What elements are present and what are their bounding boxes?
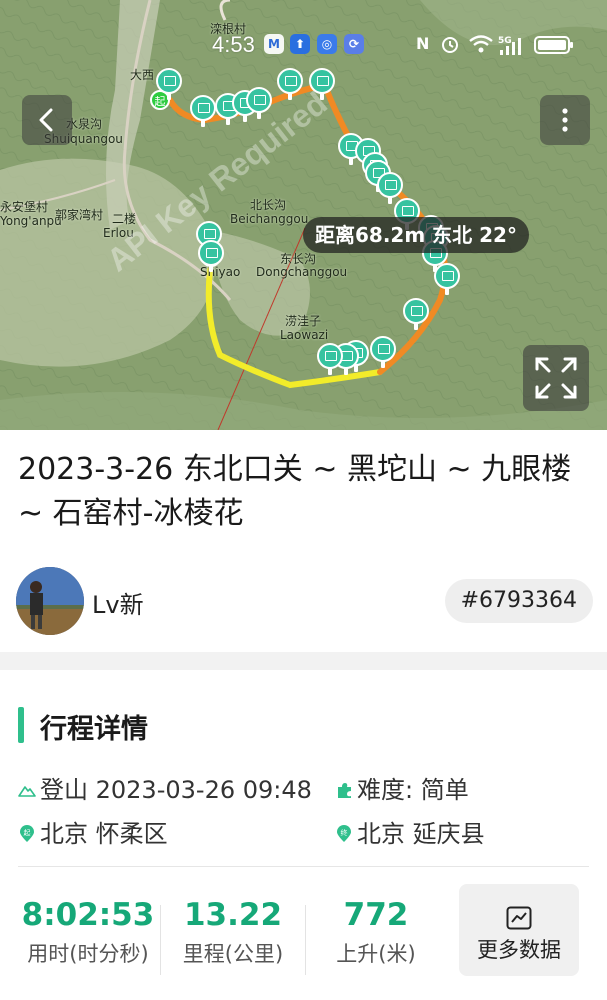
stat-distance: 13.22 里程(公里) xyxy=(163,895,303,971)
author-row[interactable]: Lv新 #6793364 xyxy=(16,567,593,637)
photo-icon xyxy=(198,240,224,266)
expand-icon xyxy=(535,357,577,399)
battery-icon xyxy=(534,36,573,54)
route-map[interactable]: 起 水泉沟 Shuiquangou 永安堡村 Yong'anpu 郭家湾村 二楼… xyxy=(0,0,607,430)
more-vertical-icon xyxy=(562,108,568,132)
map-label: Dongchanggou xyxy=(256,265,348,279)
stat-value: 13.22 xyxy=(183,897,283,933)
photo-pin[interactable] xyxy=(370,336,396,368)
alarm-icon xyxy=(440,34,460,58)
end-location-text: 北京 延庆县 xyxy=(357,820,485,848)
app-notification-icon: ◎ xyxy=(317,34,337,54)
map-label: Laowazi xyxy=(280,328,329,342)
photo-pin[interactable] xyxy=(190,95,216,127)
status-time: 4:53 xyxy=(212,32,255,57)
stat-ascent: 772 上升(米) xyxy=(306,895,446,971)
start-location-text: 北京 怀柔区 xyxy=(40,820,168,848)
avatar[interactable] xyxy=(16,567,84,635)
divider-line xyxy=(18,866,589,867)
section-title-text: 行程详情 xyxy=(40,714,148,745)
photo-icon xyxy=(309,68,335,94)
photo-icon xyxy=(190,95,216,121)
end-badge-text: 终 xyxy=(341,828,348,837)
cellular-signal-icon: 5G xyxy=(498,34,526,60)
app-notification-icon: ⟳ xyxy=(344,34,364,54)
section-divider xyxy=(0,652,607,670)
app-notification-icon: ⬆ xyxy=(290,34,310,54)
more-data-button[interactable]: 更多数据 xyxy=(459,884,579,976)
stat-label: 里程(公里) xyxy=(182,942,284,966)
trip-id-badge[interactable]: #6793364 xyxy=(444,579,593,623)
chart-icon xyxy=(506,906,532,930)
photo-icon xyxy=(156,68,182,94)
distance-direction-pill: 距离68.2m 东北 22° xyxy=(303,217,529,253)
photo-icon xyxy=(317,343,343,369)
photo-icon xyxy=(377,172,403,198)
difficulty-info: 难度: 简单 xyxy=(335,770,469,805)
stat-value: 8:02:53 xyxy=(21,897,155,933)
back-button[interactable] xyxy=(22,95,72,145)
mountain-icon xyxy=(18,786,36,797)
photo-icon xyxy=(403,298,429,324)
chevron-left-icon xyxy=(39,108,53,132)
map-label: 永安堡村 xyxy=(0,200,49,214)
more-data-label: 更多数据 xyxy=(477,938,561,962)
status-bar: 4:53 M ⬆ ◎ ⟳ N 5G xyxy=(0,30,607,60)
wifi-icon xyxy=(468,34,494,58)
section-accent-bar xyxy=(18,707,24,743)
photo-pin[interactable] xyxy=(246,87,272,119)
start-location-icon: 起 xyxy=(20,825,34,842)
start-badge-text: 起 xyxy=(24,829,31,837)
photo-pin[interactable] xyxy=(317,343,343,375)
fullscreen-map-button[interactable] xyxy=(523,345,589,411)
photo-icon xyxy=(434,263,460,289)
puzzle-icon xyxy=(338,783,351,798)
difficulty-text: 难度: 简单 xyxy=(357,776,469,804)
map-label: Beichanggou xyxy=(230,212,309,226)
end-location-icon: 终 xyxy=(337,825,351,842)
photo-icon xyxy=(277,68,303,94)
stat-duration: 8:02:53 用时(时分秒) xyxy=(18,895,158,971)
stat-separator xyxy=(160,905,161,975)
photo-pin[interactable] xyxy=(277,68,303,100)
map-label: 涝洼子 xyxy=(285,314,322,328)
photo-pin[interactable] xyxy=(403,298,429,330)
map-label: 郭家湾村 xyxy=(55,208,104,222)
app-notification-icon: M xyxy=(264,34,284,54)
map-label: 大西 xyxy=(130,68,155,82)
start-location-info: 起 北京 怀柔区 xyxy=(18,814,168,849)
svg-text:5G: 5G xyxy=(498,36,512,46)
stat-value: 772 xyxy=(343,897,409,933)
end-location-info: 终北京 延庆县 xyxy=(335,814,485,849)
distance-text: 距离68.2 xyxy=(315,223,405,247)
map-label: Yong'anpu xyxy=(0,214,62,228)
more-options-button[interactable] xyxy=(540,95,590,145)
photo-icon xyxy=(246,87,272,113)
stat-label: 用时(时分秒) xyxy=(27,942,149,966)
author-name[interactable]: Lv新 xyxy=(92,585,144,620)
photo-pin[interactable] xyxy=(198,240,224,272)
distance-text-rest: m 东北 22° xyxy=(404,223,517,247)
map-label: 北长沟 xyxy=(250,198,287,212)
activity-time-text: 登山 2023-03-26 09:48 xyxy=(40,776,312,804)
photo-pin[interactable] xyxy=(309,68,335,100)
trip-title: 2023-3-26 东北口关 ~ 黑坨山 ~ 九眼楼 ~ 石窑村-冰棱花 xyxy=(18,452,572,531)
stat-label: 上升(米) xyxy=(336,942,416,966)
photo-pin[interactable] xyxy=(434,263,460,295)
photo-pin[interactable] xyxy=(156,68,182,100)
activity-info: 登山 2023-03-26 09:48 xyxy=(18,770,312,805)
photo-icon xyxy=(370,336,396,362)
nfc-icon: N xyxy=(416,34,430,53)
